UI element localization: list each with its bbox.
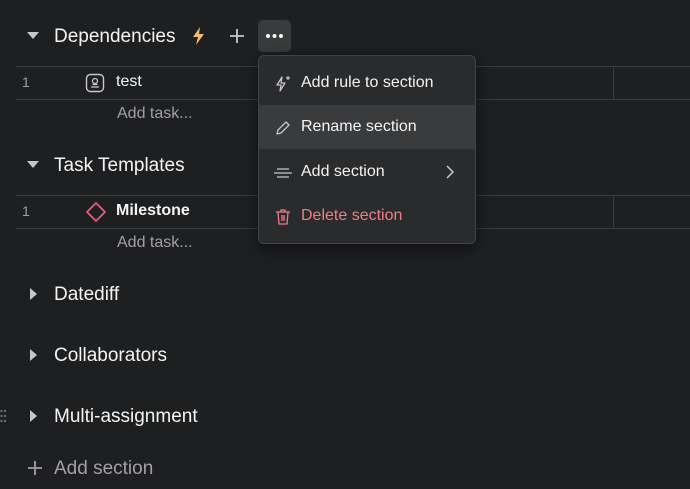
add-section-label: Add section	[54, 458, 154, 479]
approval-icon	[85, 73, 105, 93]
menu-item-add-rule[interactable]: Add rule to section	[259, 61, 475, 105]
caret-right-icon[interactable]	[27, 348, 41, 362]
row-number: 1	[22, 74, 30, 90]
column-divider	[613, 196, 614, 228]
add-task-link[interactable]: Add task...	[117, 234, 193, 252]
section-actions-menu: Add rule to section Rename section Add s…	[258, 55, 476, 244]
section-title[interactable]: Datediff	[54, 284, 119, 306]
menu-item-label: Delete section	[301, 207, 403, 224]
chevron-right-icon	[445, 164, 455, 180]
section-title[interactable]: Multi-assignment	[54, 406, 198, 428]
caret-down-icon[interactable]	[26, 158, 40, 172]
trash-icon	[273, 207, 291, 225]
add-task-link[interactable]: Add task...	[117, 105, 193, 123]
drag-handle-icon[interactable]	[0, 409, 7, 423]
more-actions-button[interactable]	[258, 20, 291, 52]
add-task-plus-icon[interactable]	[228, 27, 246, 45]
section-title[interactable]: Collaborators	[54, 345, 167, 367]
row-number: 1	[22, 203, 30, 219]
plus-icon	[26, 459, 44, 477]
menu-item-rename-section[interactable]: Rename section	[259, 105, 475, 149]
menu-item-label: Add rule to section	[301, 74, 434, 91]
lightning-sparkle-icon	[273, 74, 291, 92]
menu-item-add-section[interactable]: Add section	[259, 150, 475, 194]
section-title[interactable]: Task Templates	[54, 155, 185, 177]
menu-item-label: Add section	[301, 163, 385, 180]
caret-right-icon[interactable]	[27, 409, 41, 423]
section-header-collaborators: Collaborators	[0, 336, 690, 376]
lightning-icon[interactable]	[190, 26, 208, 46]
caret-right-icon[interactable]	[27, 287, 41, 301]
milestone-diamond-icon	[85, 201, 107, 223]
menu-item-delete-section[interactable]: Delete section	[259, 194, 475, 238]
add-section-button[interactable]: Add section	[26, 455, 176, 481]
menu-item-label: Rename section	[301, 118, 417, 135]
task-name[interactable]: test	[116, 73, 142, 91]
caret-down-icon[interactable]	[26, 29, 40, 43]
pencil-icon	[273, 118, 291, 136]
column-divider	[613, 67, 614, 99]
task-name[interactable]: Milestone	[116, 202, 190, 220]
section-title[interactable]: Dependencies	[54, 26, 175, 48]
section-header-datediff: Datediff	[0, 275, 690, 315]
section-lines-icon	[273, 163, 292, 181]
section-header-multi-assignment: Multi-assignment	[0, 397, 690, 437]
section-header-dependencies: Dependencies	[0, 17, 690, 57]
